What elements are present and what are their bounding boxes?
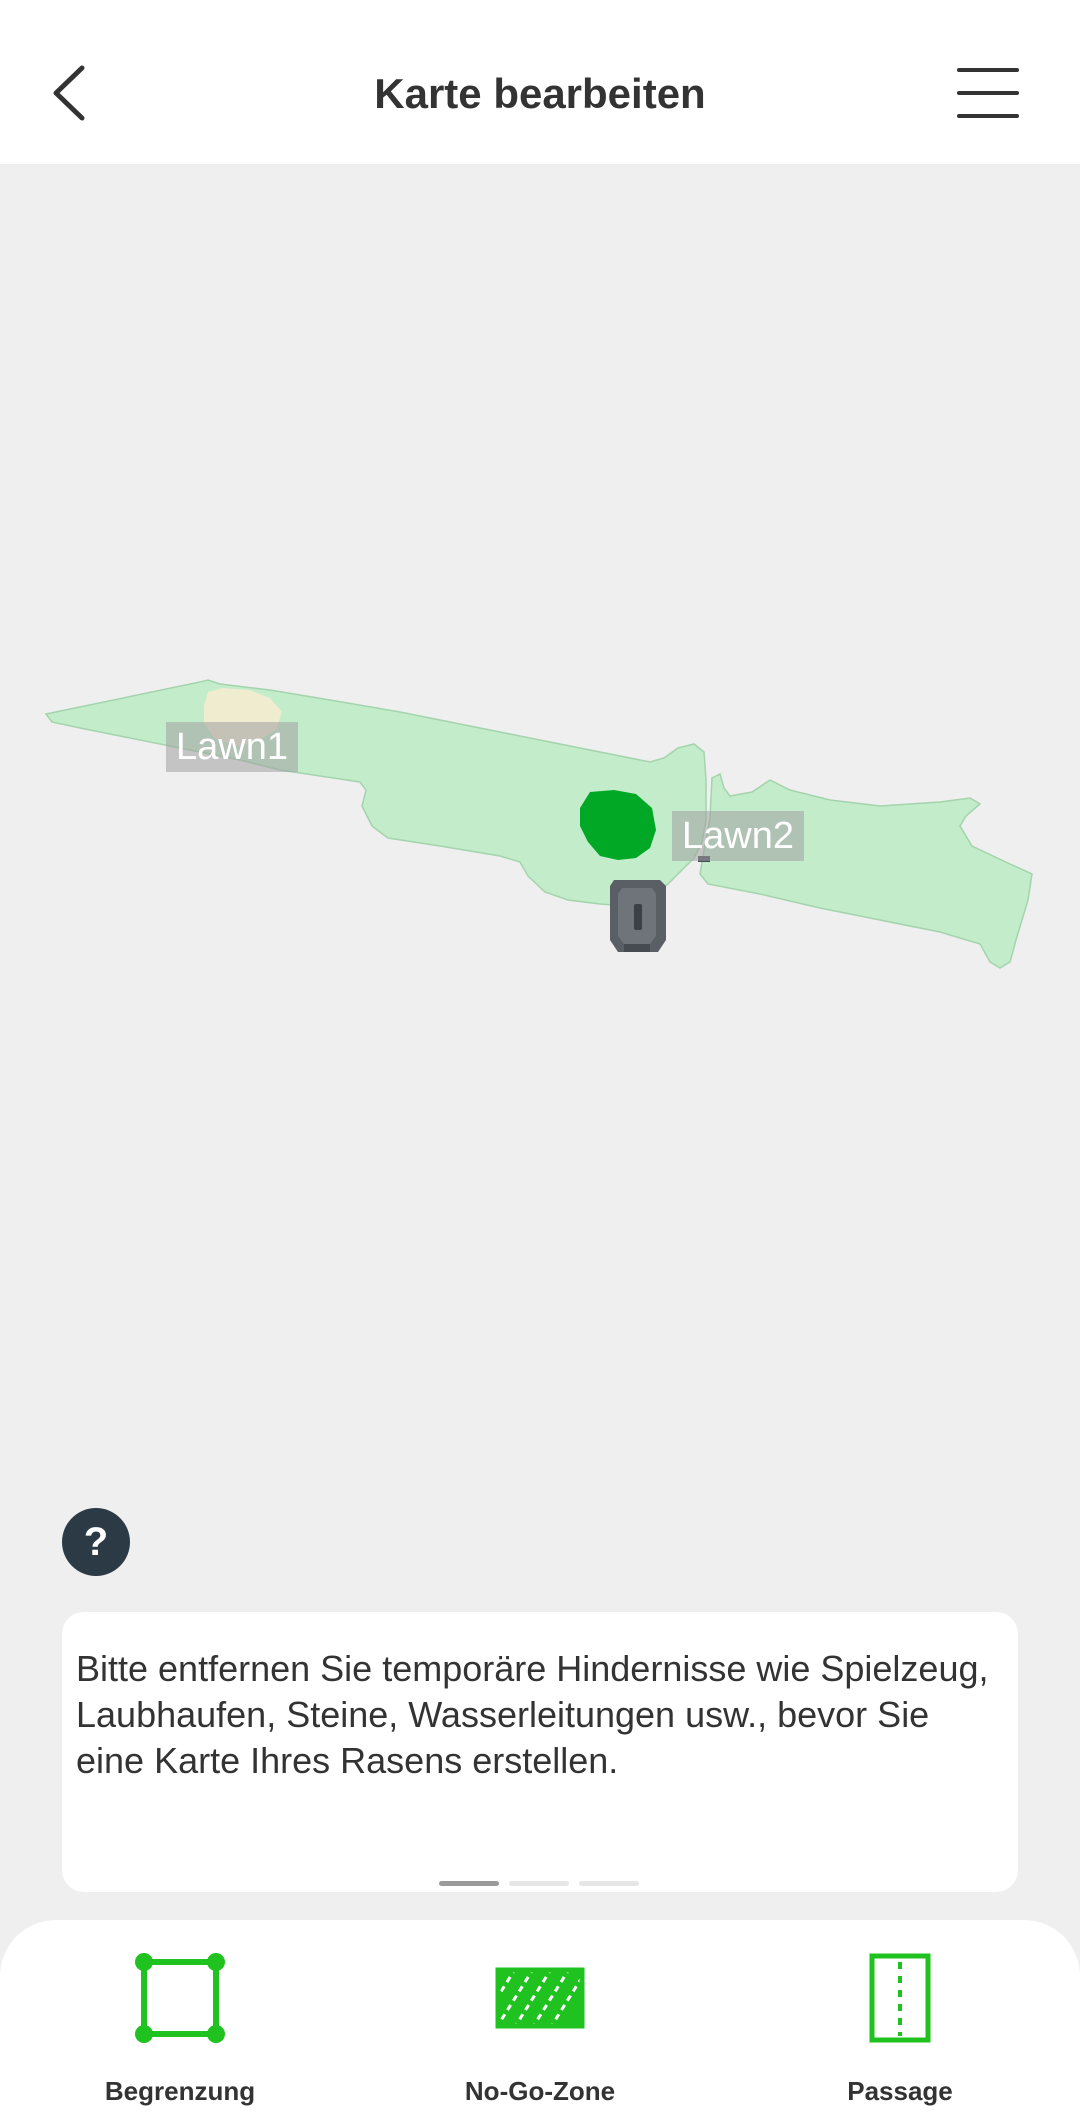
lawn1-label: Lawn1 [166,722,298,772]
lawn2-area[interactable] [699,772,1033,969]
lawn2-label: Lawn2 [672,811,804,861]
pager-indicator-1 [439,1881,499,1886]
tip-card[interactable]: Bitte entfernen Sie temporäre Hinderniss… [62,1612,1018,1892]
boundary-square-icon [135,1953,225,2043]
charging-station-icon[interactable] [610,880,666,952]
question-mark-icon: ? [83,1520,109,1564]
no-go-zone-button[interactable]: No-Go-Zone [390,1920,690,2125]
tip-pager [439,1881,639,1887]
boundary-button[interactable]: Begrenzung [30,1920,330,2125]
passage-label: Passage [847,2076,953,2106]
help-button[interactable]: ? [62,1508,130,1576]
header-bar: Karte bearbeiten [0,0,1080,164]
hamburger-menu-icon [957,68,1019,118]
menu-button[interactable] [955,64,1021,122]
pager-indicator-3 [579,1881,639,1886]
no-go-zone-hatched-icon [495,1967,585,2029]
no-go-zone-label: No-Go-Zone [464,2076,616,2106]
chevron-left-icon [53,65,85,121]
page-title: Karte bearbeiten [374,70,706,117]
bottom-toolbar: Begrenzung No-Go-Zone Passage [0,1920,1080,2125]
passage-dashed-icon [869,1953,931,2043]
pager-indicator-2 [509,1881,569,1886]
passage-button[interactable]: Passage [750,1920,1050,2125]
tip-text: Bitte entfernen Sie temporäre Hinderniss… [76,1648,989,1781]
boundary-label: Begrenzung [104,2076,256,2106]
back-button[interactable] [40,58,100,128]
